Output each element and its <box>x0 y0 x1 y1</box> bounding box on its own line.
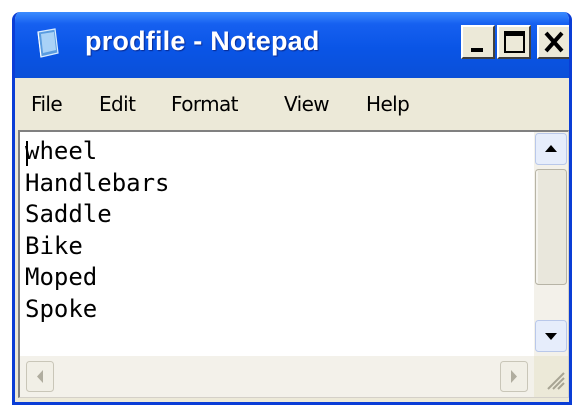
text-caret <box>26 141 28 166</box>
menu-help[interactable]: Help <box>366 92 410 116</box>
close-icon <box>544 31 564 53</box>
minimize-button[interactable] <box>461 25 495 59</box>
window-title: prodfile - Notepad <box>85 26 320 56</box>
vertical-scrollbar[interactable] <box>534 132 568 356</box>
menu-view[interactable]: View <box>284 92 330 116</box>
scroll-up-button[interactable] <box>535 133 567 165</box>
resize-grip[interactable] <box>534 356 568 397</box>
text-line: Spoke <box>25 294 98 323</box>
text-line: Saddle <box>25 200 112 228</box>
maximize-icon <box>504 31 525 53</box>
title-bar[interactable]: prodfile - Notepad <box>15 12 569 78</box>
text-line: wheel <box>25 137 98 165</box>
maximize-button[interactable] <box>497 25 531 59</box>
horizontal-scrollbar[interactable] <box>20 356 534 397</box>
text-editor[interactable]: wheel Handlebars Saddle Bike Moped Spoke <box>20 132 534 356</box>
text-line: Handlebars <box>25 168 170 197</box>
menu-file[interactable]: File <box>31 92 63 116</box>
scroll-thumb[interactable] <box>535 169 567 285</box>
minimize-icon <box>471 48 483 52</box>
menu-edit[interactable]: Edit <box>99 92 136 116</box>
text-line: Moped <box>25 263 98 291</box>
scroll-right-button[interactable] <box>500 361 528 392</box>
menu-bar: File Edit Format View Help <box>15 78 569 128</box>
scroll-down-button[interactable] <box>535 320 567 352</box>
menu-format[interactable]: Format <box>171 92 238 116</box>
text-line: Bike <box>25 231 83 260</box>
resize-grip-icon <box>547 372 565 390</box>
editor-area: wheel Handlebars Saddle Bike Moped Spoke <box>18 130 569 398</box>
notepad-icon[interactable] <box>35 28 61 58</box>
close-button[interactable] <box>537 25 569 59</box>
scroll-left-button[interactable] <box>26 361 54 392</box>
notepad-window: prodfile - Notepad File Edit Format View… <box>12 12 572 405</box>
